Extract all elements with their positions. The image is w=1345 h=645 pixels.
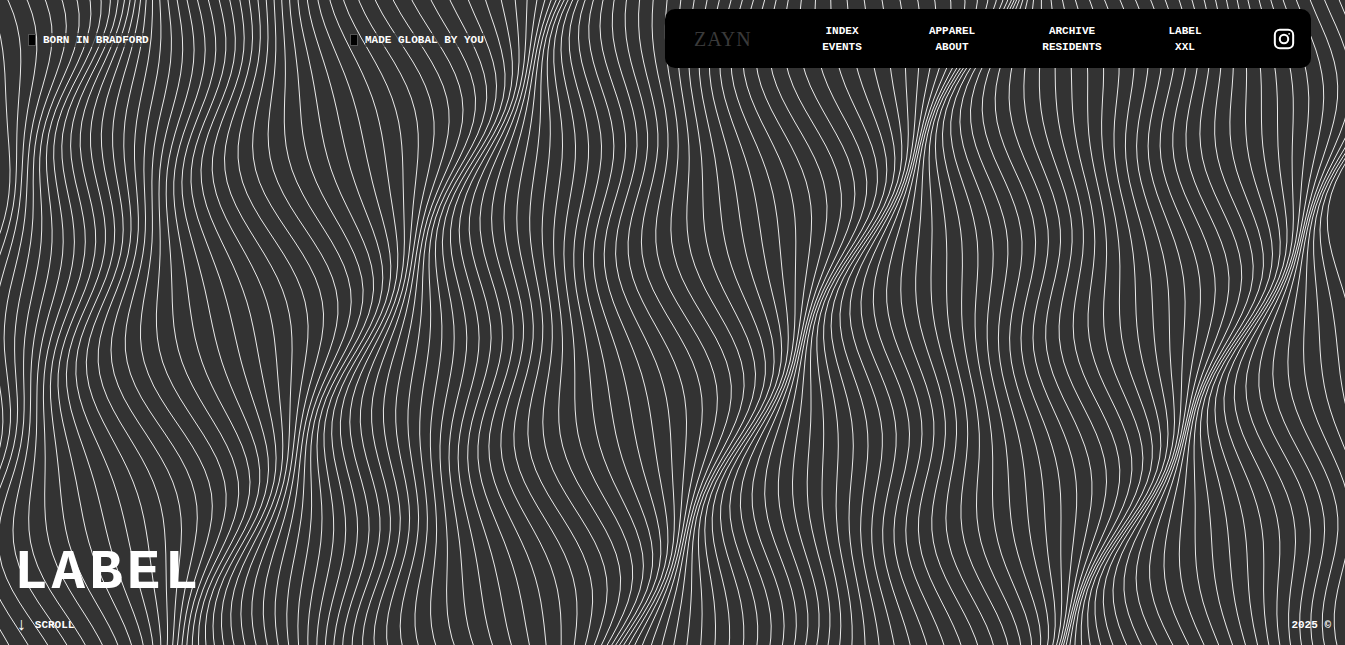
nav-link[interactable]: ARCHIVE: [1049, 23, 1095, 39]
nav-column: ARCHIVERESIDENTS: [1024, 23, 1120, 55]
logo[interactable]: ZAYN: [694, 24, 804, 54]
nav-link[interactable]: RESIDENTS: [1042, 39, 1101, 55]
nav-link[interactable]: LABEL: [1168, 23, 1201, 39]
tag-square-icon: [350, 34, 358, 46]
nav-column: LABELXXL: [1120, 23, 1250, 55]
copyright: 2025 ©: [1291, 618, 1331, 632]
page: BORN IN BRADFORDMADE GLOBAL BY YOUZAYNIN…: [0, 0, 1345, 645]
nav-link[interactable]: EVENTS: [822, 39, 862, 55]
hero-title: LABEL: [0, 545, 1345, 601]
instagram-icon[interactable]: [1273, 28, 1295, 50]
scroll-indicator[interactable]: ↓SCROLL: [16, 615, 74, 635]
nav-link[interactable]: INDEX: [825, 23, 858, 39]
nav-link[interactable]: ABOUT: [935, 39, 968, 55]
header-tag: BORN IN BRADFORD: [28, 33, 350, 47]
nav-column: APPARELABOUT: [880, 23, 1024, 55]
nav-column: INDEXEVENTS: [804, 23, 880, 55]
header-tag: MADE GLOBAL BY YOU: [350, 33, 484, 47]
header: BORN IN BRADFORDMADE GLOBAL BY YOUZAYNIN…: [0, 0, 1345, 68]
nav-bar: ZAYNINDEXEVENTSAPPARELABOUTARCHIVERESIDE…: [665, 9, 1311, 68]
tag-square-icon: [28, 34, 36, 46]
footer: ↓SCROLL 2025 ©: [0, 615, 1345, 645]
arrow-down-icon: ↓: [16, 615, 27, 635]
nav-link[interactable]: APPAREL: [929, 23, 975, 39]
nav-link[interactable]: XXL: [1175, 39, 1195, 55]
